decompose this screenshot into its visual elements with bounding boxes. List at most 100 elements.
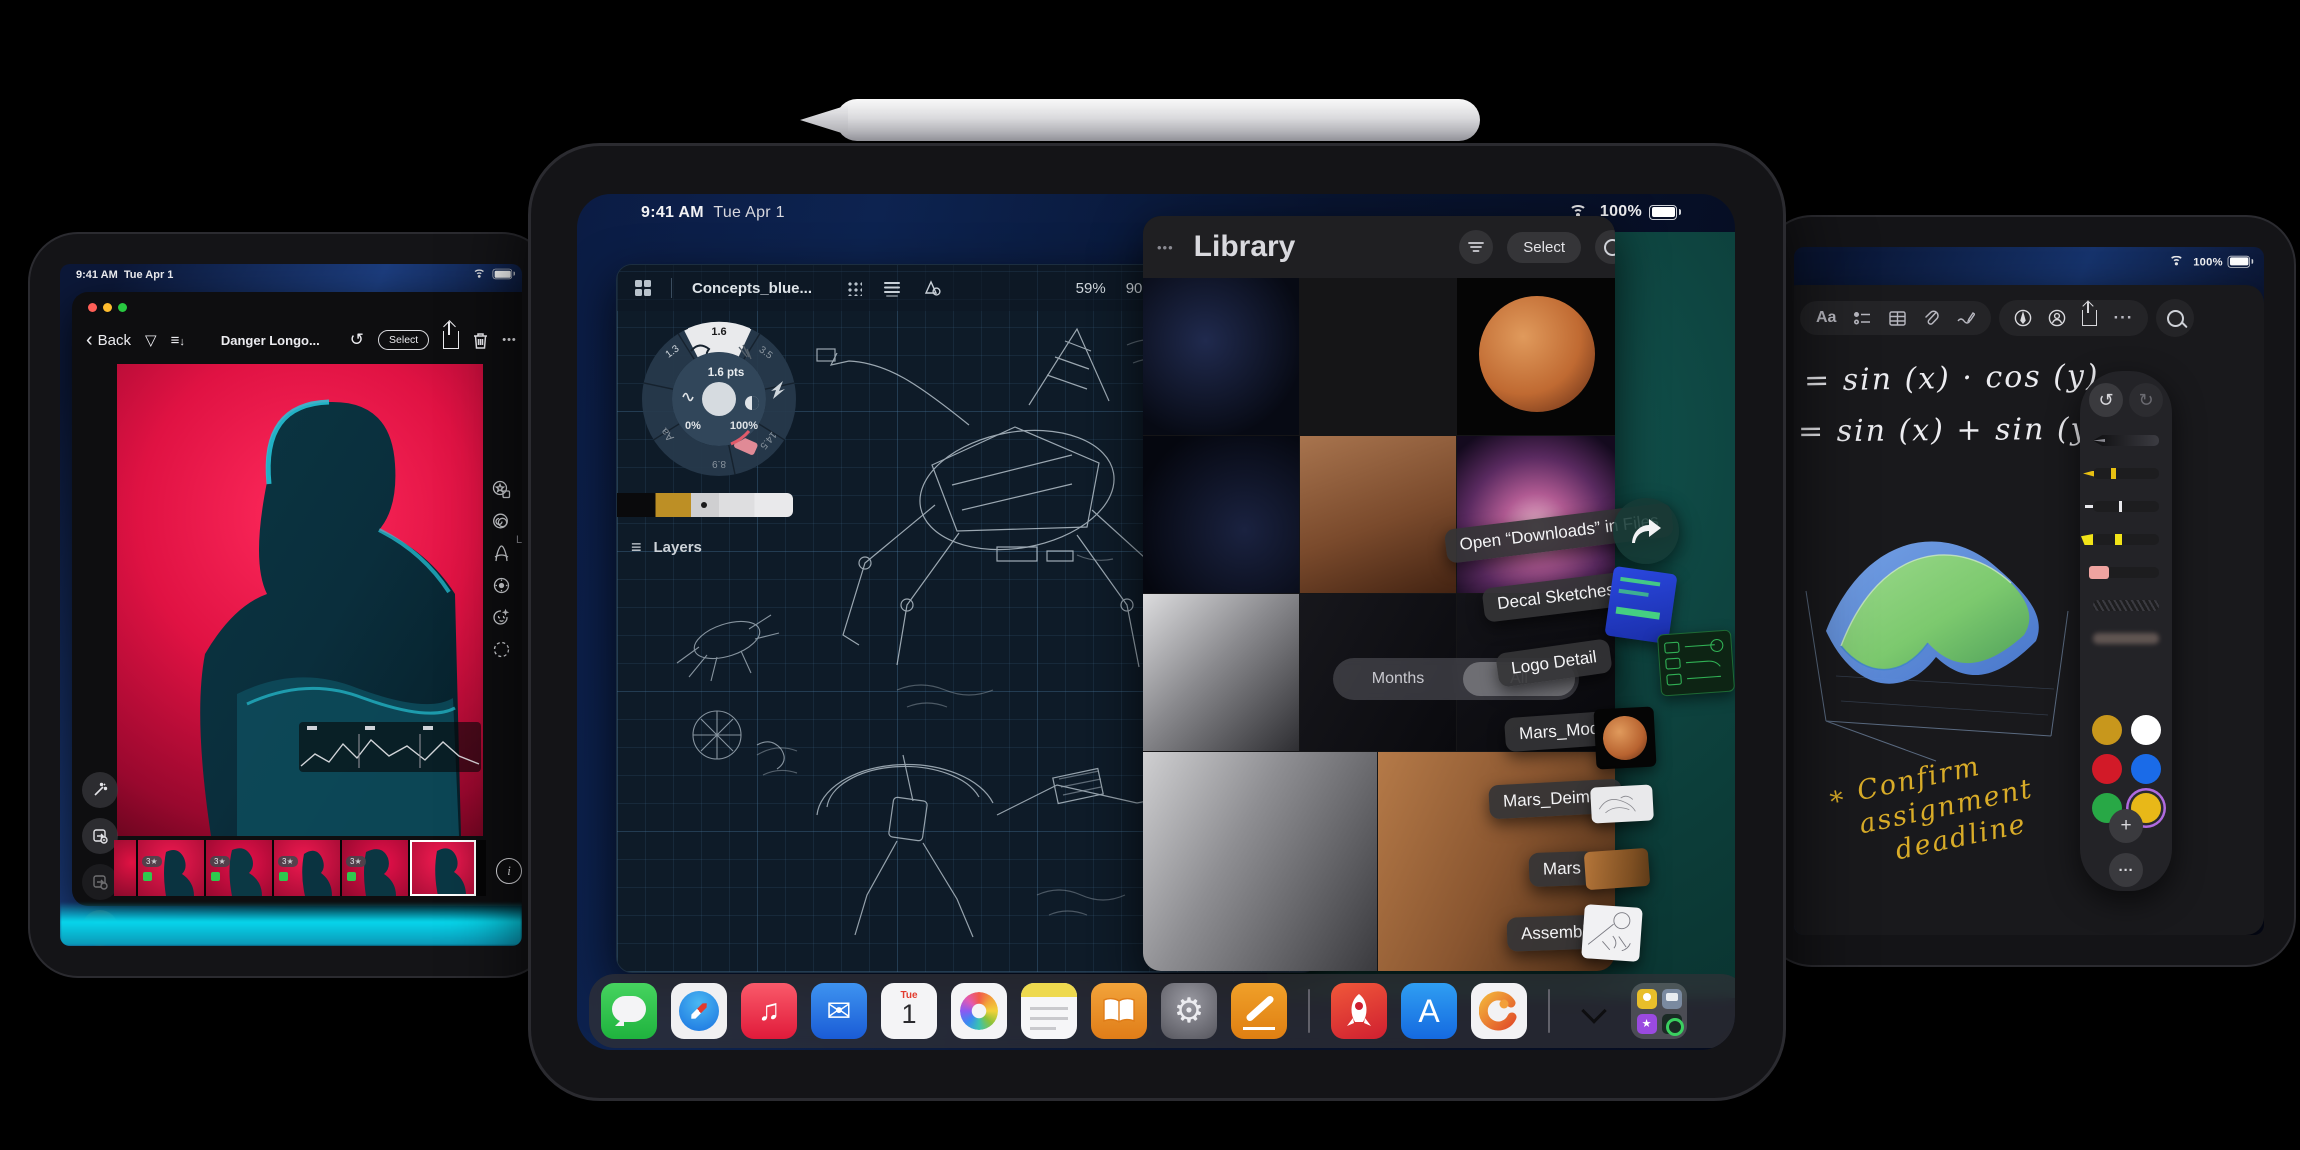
filmstrip-thumb-selected[interactable] xyxy=(410,840,476,896)
table-icon[interactable] xyxy=(1889,311,1906,326)
filmstrip-thumb[interactable]: 3★ xyxy=(274,840,340,896)
photo-thumb-starfield[interactable] xyxy=(1143,278,1299,435)
mail-app-icon[interactable]: ✉ xyxy=(811,983,867,1039)
library-select-button[interactable]: Select xyxy=(1507,232,1581,263)
filmstrip-thumb[interactable]: 3★ xyxy=(206,840,272,896)
c-app-icon[interactable] xyxy=(1471,983,1527,1039)
music-app-icon[interactable]: ♫ xyxy=(741,983,797,1039)
auto-adjust-icon[interactable] xyxy=(82,772,118,808)
pen-app-icon[interactable] xyxy=(1231,983,1287,1039)
mars-thumb[interactable] xyxy=(1584,848,1650,890)
filter-button[interactable] xyxy=(1459,230,1493,264)
appstore-app-icon[interactable]: A xyxy=(1401,983,1457,1039)
photo-thumb-starfield-2[interactable] xyxy=(1143,436,1299,593)
layers-stack-icon[interactable] xyxy=(882,279,902,297)
library-search-button[interactable] xyxy=(1595,230,1615,264)
info-button[interactable]: i xyxy=(496,858,522,884)
yellow-marker-tool[interactable] xyxy=(2093,468,2159,479)
export-settings-icon[interactable] xyxy=(82,818,118,854)
text-format-button[interactable]: Aa xyxy=(1816,309,1836,327)
highlighter-tool[interactable] xyxy=(2093,534,2159,545)
zoom-window-dot[interactable] xyxy=(118,303,127,312)
color-gold[interactable] xyxy=(2092,715,2122,745)
undo-icon[interactable]: ↺ xyxy=(350,330,364,350)
select-button[interactable]: Select xyxy=(378,330,429,350)
books-app-icon[interactable] xyxy=(1091,983,1147,1039)
trash-icon[interactable] xyxy=(473,332,488,349)
settings-app-icon[interactable]: ⚙ xyxy=(1161,983,1217,1039)
blur-tool[interactable] xyxy=(2093,633,2159,644)
notes-app-icon[interactable] xyxy=(1021,983,1077,1039)
undo-button[interactable]: ↺ xyxy=(2089,383,2123,417)
dot-grid-icon[interactable] xyxy=(846,280,862,296)
mars-deimos-thumb[interactable] xyxy=(1590,784,1654,823)
color-red[interactable] xyxy=(2092,754,2122,784)
selection-lasso-icon[interactable] xyxy=(492,640,511,659)
share-icon[interactable] xyxy=(2082,310,2097,326)
curves-icon[interactable] xyxy=(492,544,511,563)
close-window-dot[interactable] xyxy=(88,303,97,312)
collaborate-icon[interactable] xyxy=(2048,309,2066,327)
redo-button[interactable]: ↻ xyxy=(2129,383,2163,417)
eraser-tool[interactable] xyxy=(2093,567,2159,578)
rack-more-button[interactable]: ··· xyxy=(2109,853,2143,887)
more-icon[interactable]: ··· xyxy=(2113,308,2133,328)
photo-thumb-dunes[interactable] xyxy=(1300,436,1456,593)
share-icon[interactable] xyxy=(443,331,459,349)
home-grid-icon[interactable] xyxy=(635,280,651,296)
share-forward-button[interactable] xyxy=(1613,498,1679,564)
calendar-app-icon[interactable]: Tue 1 xyxy=(881,983,937,1039)
green-decal-card[interactable] xyxy=(1657,629,1735,696)
markup-icon[interactable] xyxy=(1957,310,1975,326)
add-color-button[interactable]: + xyxy=(2109,809,2143,843)
attachment-icon[interactable] xyxy=(1924,310,1939,326)
apple-pencil-tool[interactable] xyxy=(2093,435,2159,446)
sort-icon[interactable]: ≡↓ xyxy=(171,332,185,349)
rocket-app-icon[interactable] xyxy=(1331,983,1387,1039)
dock-divider xyxy=(1308,989,1310,1033)
search-icon xyxy=(2167,310,2184,327)
filmstrip-thumb[interactable] xyxy=(114,840,136,896)
window-more-icon[interactable]: ••• xyxy=(1157,240,1174,255)
dodge-burn-icon[interactable] xyxy=(492,576,511,595)
shape-pen-icon[interactable] xyxy=(922,279,942,297)
color-blue[interactable] xyxy=(2131,754,2161,784)
filmstrip-thumb[interactable]: 3★ xyxy=(138,840,204,896)
styles-icon[interactable] xyxy=(492,480,511,499)
slider-handle-dot[interactable] xyxy=(701,502,707,508)
photo-thumb-mars-planet[interactable] xyxy=(1457,278,1615,435)
photo-thumb-satellite[interactable] xyxy=(1143,594,1299,751)
retouch-icon[interactable] xyxy=(492,608,511,627)
concepts-doc-title[interactable]: Concepts_blue... xyxy=(692,280,812,297)
export-disabled-icon[interactable] xyxy=(82,864,118,900)
main-photo[interactable] xyxy=(117,364,483,836)
app-library-icon[interactable]: ★ xyxy=(1631,983,1687,1039)
dock-chevron-down-icon[interactable] xyxy=(1581,998,1606,1023)
tool-wheel[interactable]: 1.6 1.3 3.5 8.9 14.5 Aa 1.6 pts 0% 100% xyxy=(631,311,803,479)
search-button[interactable] xyxy=(2156,299,2194,337)
mars-sticker-card[interactable] xyxy=(1604,566,1677,644)
more-icon[interactable]: ••• xyxy=(502,334,517,346)
safari-app-icon[interactable] xyxy=(671,983,727,1039)
filmstrip-thumb[interactable]: 3★ xyxy=(342,840,408,896)
minimize-window-dot[interactable] xyxy=(103,303,112,312)
back-button[interactable]: ‹ Back xyxy=(86,332,131,349)
mars-model-thumb[interactable] xyxy=(1593,706,1656,769)
photos-app-icon[interactable] xyxy=(951,983,1007,1039)
color-wheel-icon[interactable] xyxy=(492,512,511,531)
shader-pencil-tool[interactable] xyxy=(2093,600,2159,611)
fineliner-tool[interactable] xyxy=(2093,501,2159,512)
segment-months[interactable]: Months xyxy=(1333,670,1463,688)
photo-thumb-nebula[interactable] xyxy=(1300,278,1456,435)
photo-thumb-rover-bw[interactable] xyxy=(1143,752,1377,971)
color-white[interactable] xyxy=(2131,715,2161,745)
window-controls[interactable] xyxy=(88,303,127,312)
zoom-level[interactable]: 59% xyxy=(1076,280,1106,297)
assembly-thumb[interactable] xyxy=(1581,904,1643,962)
messages-app-icon[interactable] xyxy=(601,983,657,1039)
stroke-color-slider[interactable] xyxy=(617,493,793,517)
layers-control[interactable]: ≡ Layers xyxy=(631,537,702,558)
pen-circle-icon[interactable] xyxy=(2014,309,2032,327)
filter-icon[interactable]: ▽ xyxy=(145,331,157,349)
checklist-icon[interactable] xyxy=(1854,311,1871,326)
